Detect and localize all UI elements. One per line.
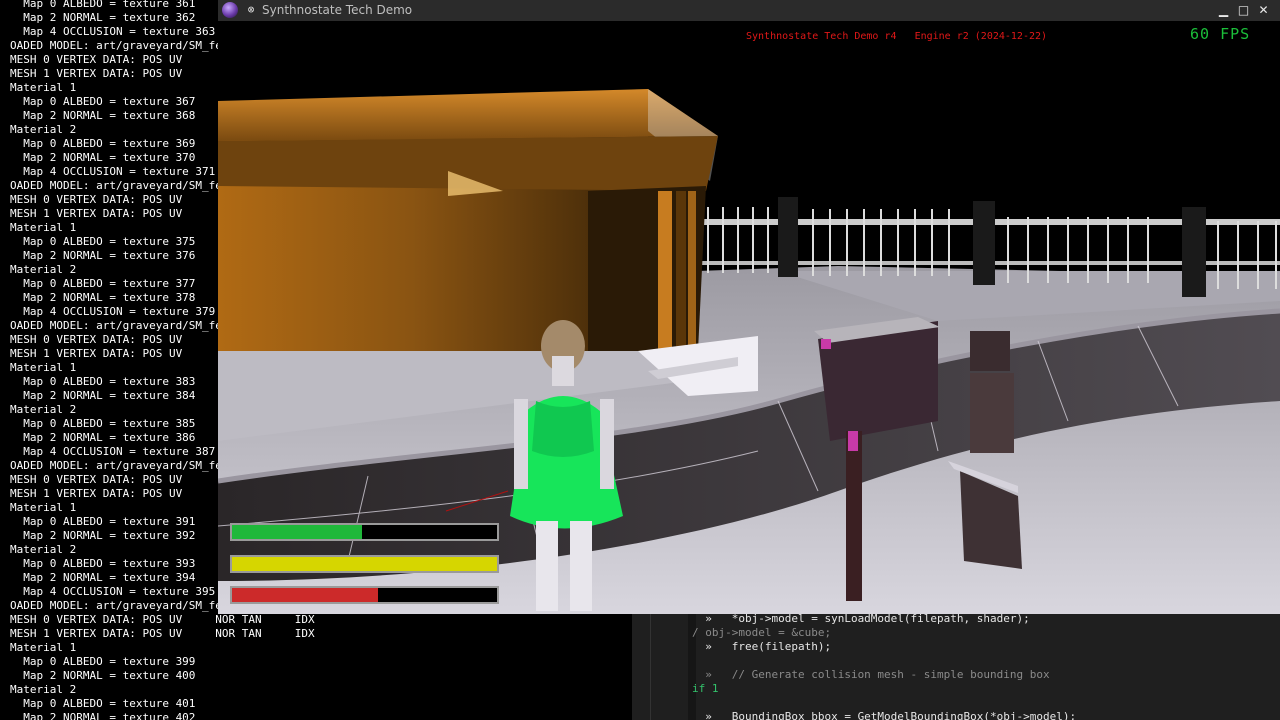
terminal-line: Map 0 ALBEDO = texture 361 — [10, 0, 196, 10]
terminal-line: Map 2 NORMAL = texture 400 — [10, 669, 196, 682]
terminal-line: Material 1 — [10, 81, 77, 94]
magic-bar — [230, 586, 499, 604]
terminal-line: Material 1 — [10, 501, 77, 514]
game-window[interactable]: ⊗ Synthnostate Tech Demo ▁ □ ✕ Synthnost… — [218, 0, 1280, 614]
terminal-line: Material 1 — [10, 641, 77, 654]
terminal-line: Material 2 — [10, 123, 77, 136]
terminal-line: Map 2 NORMAL = texture 392 — [10, 529, 196, 542]
mausoleum — [218, 89, 758, 396]
terminal-line: Map 2 NORMAL = texture 394 — [10, 571, 196, 584]
editor-gutter-separator — [650, 614, 651, 720]
terminal-line: MESH 0 VERTEX DATA: POS UV NOR TAN IDX — [10, 613, 315, 626]
terminal-line: Map 2 NORMAL = texture 402 — [10, 711, 196, 720]
terminal-line: Map 4 OCCLUSION = texture 387 — [10, 445, 216, 458]
magic-bar-fill — [232, 588, 378, 602]
terminal-line: MESH 0 VERTEX DATA: POS UV — [10, 193, 183, 206]
terminal-line: Map 4 OCCLUSION = texture 363 — [10, 25, 216, 38]
pin-icon[interactable]: ⊗ — [244, 3, 258, 17]
maximize-button[interactable]: □ — [1236, 3, 1251, 18]
stamina-bar — [230, 555, 499, 573]
health-bar — [230, 523, 499, 541]
terminal-line: Material 2 — [10, 263, 77, 276]
terminal-line: Map 2 NORMAL = texture 368 — [10, 109, 196, 122]
terminal-line: Map 0 ALBEDO = texture 401 — [10, 697, 196, 710]
code-line: if 1 — [692, 682, 719, 695]
terminal-line: Map 2 NORMAL = texture 376 — [10, 249, 196, 262]
terminal-line: Material 2 — [10, 403, 77, 416]
terminal-line: MESH 1 VERTEX DATA: POS UV — [10, 207, 183, 220]
terminal-line: Map 2 NORMAL = texture 384 — [10, 389, 196, 402]
terminal-line: OADED MODEL: art/graveyard/SM_fe — [10, 39, 222, 52]
terminal-line: Map 2 NORMAL = texture 370 — [10, 151, 196, 164]
window-title: Synthnostate Tech Demo — [262, 3, 413, 17]
terminal-line: OADED MODEL: art/graveyard/SM_fe — [10, 179, 222, 192]
terminal-line: Map 4 OCCLUSION = texture 371 — [10, 165, 216, 178]
code-line: » free(filepath); — [692, 640, 832, 653]
terminal-line: OADED MODEL: art/graveyard/SM_fe — [10, 319, 222, 332]
terminal-line: Map 2 NORMAL = texture 386 — [10, 431, 196, 444]
fps-counter: 60 FPS — [1190, 25, 1251, 43]
terminal-line: Map 2 NORMAL = texture 378 — [10, 291, 196, 304]
code-editor[interactable]: » *obj->model = synLoadModel(filepath, s… — [632, 614, 1280, 720]
minimize-button[interactable]: ▁ — [1216, 3, 1231, 18]
terminal-line: Material 1 — [10, 221, 77, 234]
terminal-line: Map 2 NORMAL = texture 362 — [10, 11, 196, 24]
terminal-line: OADED MODEL: art/graveyard/SM_fe — [10, 459, 222, 472]
terminal-line: MESH 1 VERTEX DATA: POS UV — [10, 487, 183, 500]
app-icon — [222, 2, 238, 18]
terminal-line: Map 0 ALBEDO = texture 377 — [10, 277, 196, 290]
hud-title: Synthnostate Tech Demo r4 Engine r2 (202… — [746, 31, 1048, 42]
terminal-line: Map 0 ALBEDO = texture 375 — [10, 235, 196, 248]
terminal-line: Material 2 — [10, 543, 77, 556]
terminal-line: Map 0 ALBEDO = texture 399 — [10, 655, 196, 668]
game-viewport[interactable]: Synthnostate Tech Demo r4 Engine r2 (202… — [218, 21, 1280, 614]
terminal-line: Map 0 ALBEDO = texture 369 — [10, 137, 196, 150]
terminal-line: OADED MODEL: art/graveyard/SM_fe — [10, 599, 222, 612]
window-titlebar[interactable]: ⊗ Synthnostate Tech Demo ▁ □ ✕ — [218, 0, 1280, 21]
terminal-line: Map 0 ALBEDO = texture 385 — [10, 417, 196, 430]
terminal-line: Map 0 ALBEDO = texture 393 — [10, 557, 196, 570]
terminal-line: MESH 0 VERTEX DATA: POS UV — [10, 473, 183, 486]
close-button[interactable]: ✕ — [1256, 3, 1271, 18]
terminal-line: MESH 1 VERTEX DATA: POS UV — [10, 347, 183, 360]
stamina-bar-fill — [232, 557, 497, 571]
terminal-line: Map 0 ALBEDO = texture 367 — [10, 95, 196, 108]
code-line: / obj->model = &cube; — [692, 626, 832, 639]
terminal-line: MESH 0 VERTEX DATA: POS UV — [10, 53, 183, 66]
terminal-line: MESH 1 VERTEX DATA: POS UV — [10, 67, 183, 80]
terminal-line: Map 0 ALBEDO = texture 391 — [10, 515, 196, 528]
terminal-line: Material 2 — [10, 683, 77, 696]
terminal-line: Map 0 ALBEDO = texture 383 — [10, 375, 196, 388]
terminal-line: Material 1 — [10, 361, 77, 374]
terminal-line: Map 4 OCCLUSION = texture 379 — [10, 305, 216, 318]
code-line: » *obj->model = synLoadModel(filepath, s… — [692, 614, 1030, 625]
terminal-line: MESH 1 VERTEX DATA: POS UV NOR TAN IDX — [10, 627, 315, 640]
health-bar-fill — [232, 525, 362, 539]
terminal-line: Map 4 OCCLUSION = texture 395 — [10, 585, 216, 598]
terminal-line: MESH 0 VERTEX DATA: POS UV — [10, 333, 183, 346]
code-line: » // Generate collision mesh - simple bo… — [692, 668, 1050, 681]
code-line: » BoundingBox bbox = GetModelBoundingBox… — [692, 710, 1077, 720]
